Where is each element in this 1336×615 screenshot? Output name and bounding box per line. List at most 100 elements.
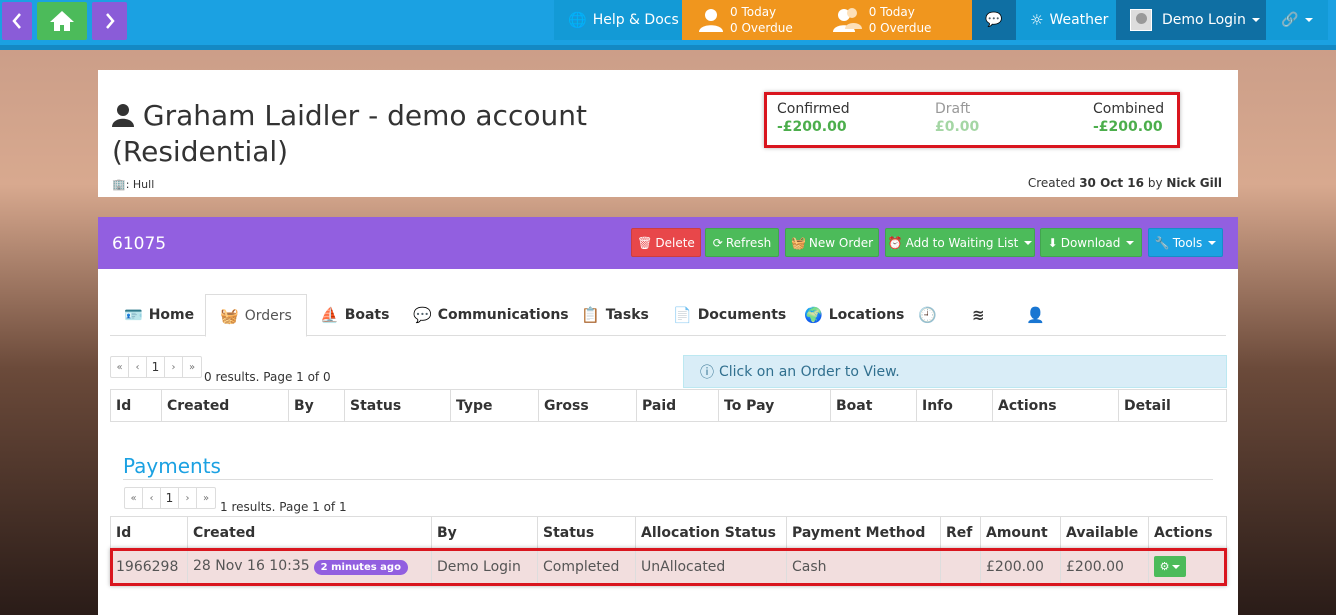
payments-header-row: Id Created By Status Allocation Status P… [110,516,1227,549]
sailboat-icon: ⛵ [320,306,339,324]
account-tabs: 🪪 Home 🧺 Orders ⛵ Boats 💬 Communications 📋 Ta… [110,294,1226,337]
pager-prev[interactable]: ‹ [143,488,161,508]
waiting-list-button[interactable]: ⏰ Add to Waiting List [885,228,1035,257]
tab-profile[interactable]: 👤 [1026,294,1051,336]
payment-status: Completed [537,548,636,585]
payments-col-amount[interactable]: Amount [980,516,1061,549]
orders-col-type[interactable]: Type [450,389,539,422]
created-info: Created 30 Oct 16 by Nick Gill [1028,176,1222,190]
my-tasks-counter[interactable]: 0 Today 0 Overdue [698,4,793,36]
tab-home[interactable]: 🪪 Home [124,294,194,336]
confirmed-value: -£200.00 [777,119,847,135]
delete-label: Delete [655,235,695,250]
delete-button[interactable]: 🗑 Delete [631,228,701,257]
location-icon: 🏢 [112,178,126,191]
orders-col-created[interactable]: Created [161,389,289,422]
forward-button[interactable] [92,2,127,40]
caret-down-icon [1304,18,1313,22]
payment-available: £200.00 [1060,548,1149,585]
pager-last[interactable]: » [197,488,215,508]
pager-page[interactable]: 1 [147,357,165,377]
payments-col-method[interactable]: Payment Method [786,516,941,549]
actions-dropdown-button[interactable]: ⚙ [1154,556,1186,577]
tab-communications[interactable]: 💬 Communications [413,294,569,336]
tools-label: Tools [1172,235,1203,250]
refresh-label: Refresh [725,235,772,250]
orders-table: Id Created By Status Type Gross Paid To … [110,389,1227,422]
orders-col-to-pay[interactable]: To Pay [718,389,831,422]
orders-col-status[interactable]: Status [344,389,451,422]
home-button[interactable] [37,2,87,40]
avatar [1130,9,1152,31]
orders-col-actions[interactable]: Actions [992,389,1119,422]
team-tasks-counter[interactable]: 0 Today 0 Overdue [832,4,931,36]
help-docs-link[interactable]: 🌐 Help & Docs [554,0,682,40]
payment-amount: £200.00 [980,548,1061,585]
payments-col-ref[interactable]: Ref [940,516,981,549]
account-number: 61075 [112,234,167,254]
time-ago-badge: 2 minutes ago [313,560,408,575]
user-menu[interactable]: Demo Login [1116,0,1266,40]
payments-col-actions[interactable]: Actions [1148,516,1227,549]
table-row[interactable]: 1966298 28 Nov 16 10:35 2 minutes ago Dem… [110,548,1227,585]
orders-col-by[interactable]: By [288,389,345,422]
home-icon [50,11,74,31]
pager-first[interactable]: « [111,357,129,377]
payments-col-created[interactable]: Created [187,516,432,549]
basket-icon: 🧺 [790,235,806,250]
chat-icon: 💬 [413,306,432,324]
tab-orders[interactable]: 🧺 Orders [205,294,307,337]
tab-locations[interactable]: 🌍 Locations [804,294,904,336]
payments-col-status[interactable]: Status [537,516,636,549]
payment-by: Demo Login [431,548,538,585]
payment-id: 1966298 [110,548,188,585]
refresh-button[interactable]: ⟳ Refresh [705,228,779,257]
new-order-button[interactable]: 🧺 New Order [785,228,879,257]
tab-history[interactable]: 🕘 [918,294,943,336]
chat-button[interactable]: 💬 [972,0,1016,40]
pager-page[interactable]: 1 [161,488,179,508]
payments-col-by[interactable]: By [431,516,538,549]
account-panel: 61075 🗑 Delete ⟳ Refresh 🧺 New Order ⏰ Add t… [98,217,1238,615]
account-header: 61075 🗑 Delete ⟳ Refresh 🧺 New Order ⏰ Add t… [98,217,1238,269]
balance-summary: Confirmed -£200.00 Draft £0.00 Combined … [764,92,1180,148]
links-menu[interactable]: 🔗 [1266,0,1328,40]
payment-allocation: UnAllocated [635,548,787,585]
orders-col-paid[interactable]: Paid [636,389,719,422]
download-label: Download [1060,235,1121,250]
orders-col-gross[interactable]: Gross [538,389,637,422]
sun-icon: ☼ [1030,11,1044,29]
created-by: Nick Gill [1166,176,1222,190]
download-button[interactable]: ⬇ Download [1040,228,1142,257]
payments-col-id[interactable]: Id [110,516,188,549]
weather-link[interactable]: ☼ Weather [1016,0,1116,40]
wrench-icon: 🔧 [1154,235,1170,250]
orders-col-detail[interactable]: Detail [1118,389,1227,422]
pager-first[interactable]: « [125,488,143,508]
pager-next[interactable]: › [165,357,183,377]
orders-col-id[interactable]: Id [110,389,162,422]
tab-boats-label: Boats [344,307,390,323]
payments-col-available[interactable]: Available [1060,516,1149,549]
back-button[interactable] [2,2,32,40]
pager-next[interactable]: › [179,488,197,508]
trash-icon: 🗑 [637,235,653,250]
draft-balance: Draft £0.00 [935,101,979,135]
globe-icon: 🌐 [568,11,587,29]
customer-name: Graham Laidler - demo account (Residenti… [112,99,587,168]
tab-tasks[interactable]: 📋 Tasks [581,294,649,336]
orders-col-info[interactable]: Info [916,389,993,422]
orders-col-boat[interactable]: Boat [830,389,917,422]
tab-boats[interactable]: ⛵ Boats [320,294,389,336]
payment-ref [940,548,981,585]
tools-button[interactable]: 🔧 Tools [1148,228,1223,257]
tab-documents[interactable]: 📄 Documents [673,294,786,336]
tab-layers[interactable]: ≋ [972,294,991,336]
payments-col-allocation[interactable]: Allocation Status [635,516,787,549]
pager-last[interactable]: » [183,357,201,377]
draft-label: Draft [935,101,971,117]
top-navbar: 🌐 Help & Docs 0 Today 0 Overdue 0 Today … [0,0,1336,50]
tab-documents-label: Documents [697,307,787,323]
confirmed-label: Confirmed [777,101,850,117]
pager-prev[interactable]: ‹ [129,357,147,377]
